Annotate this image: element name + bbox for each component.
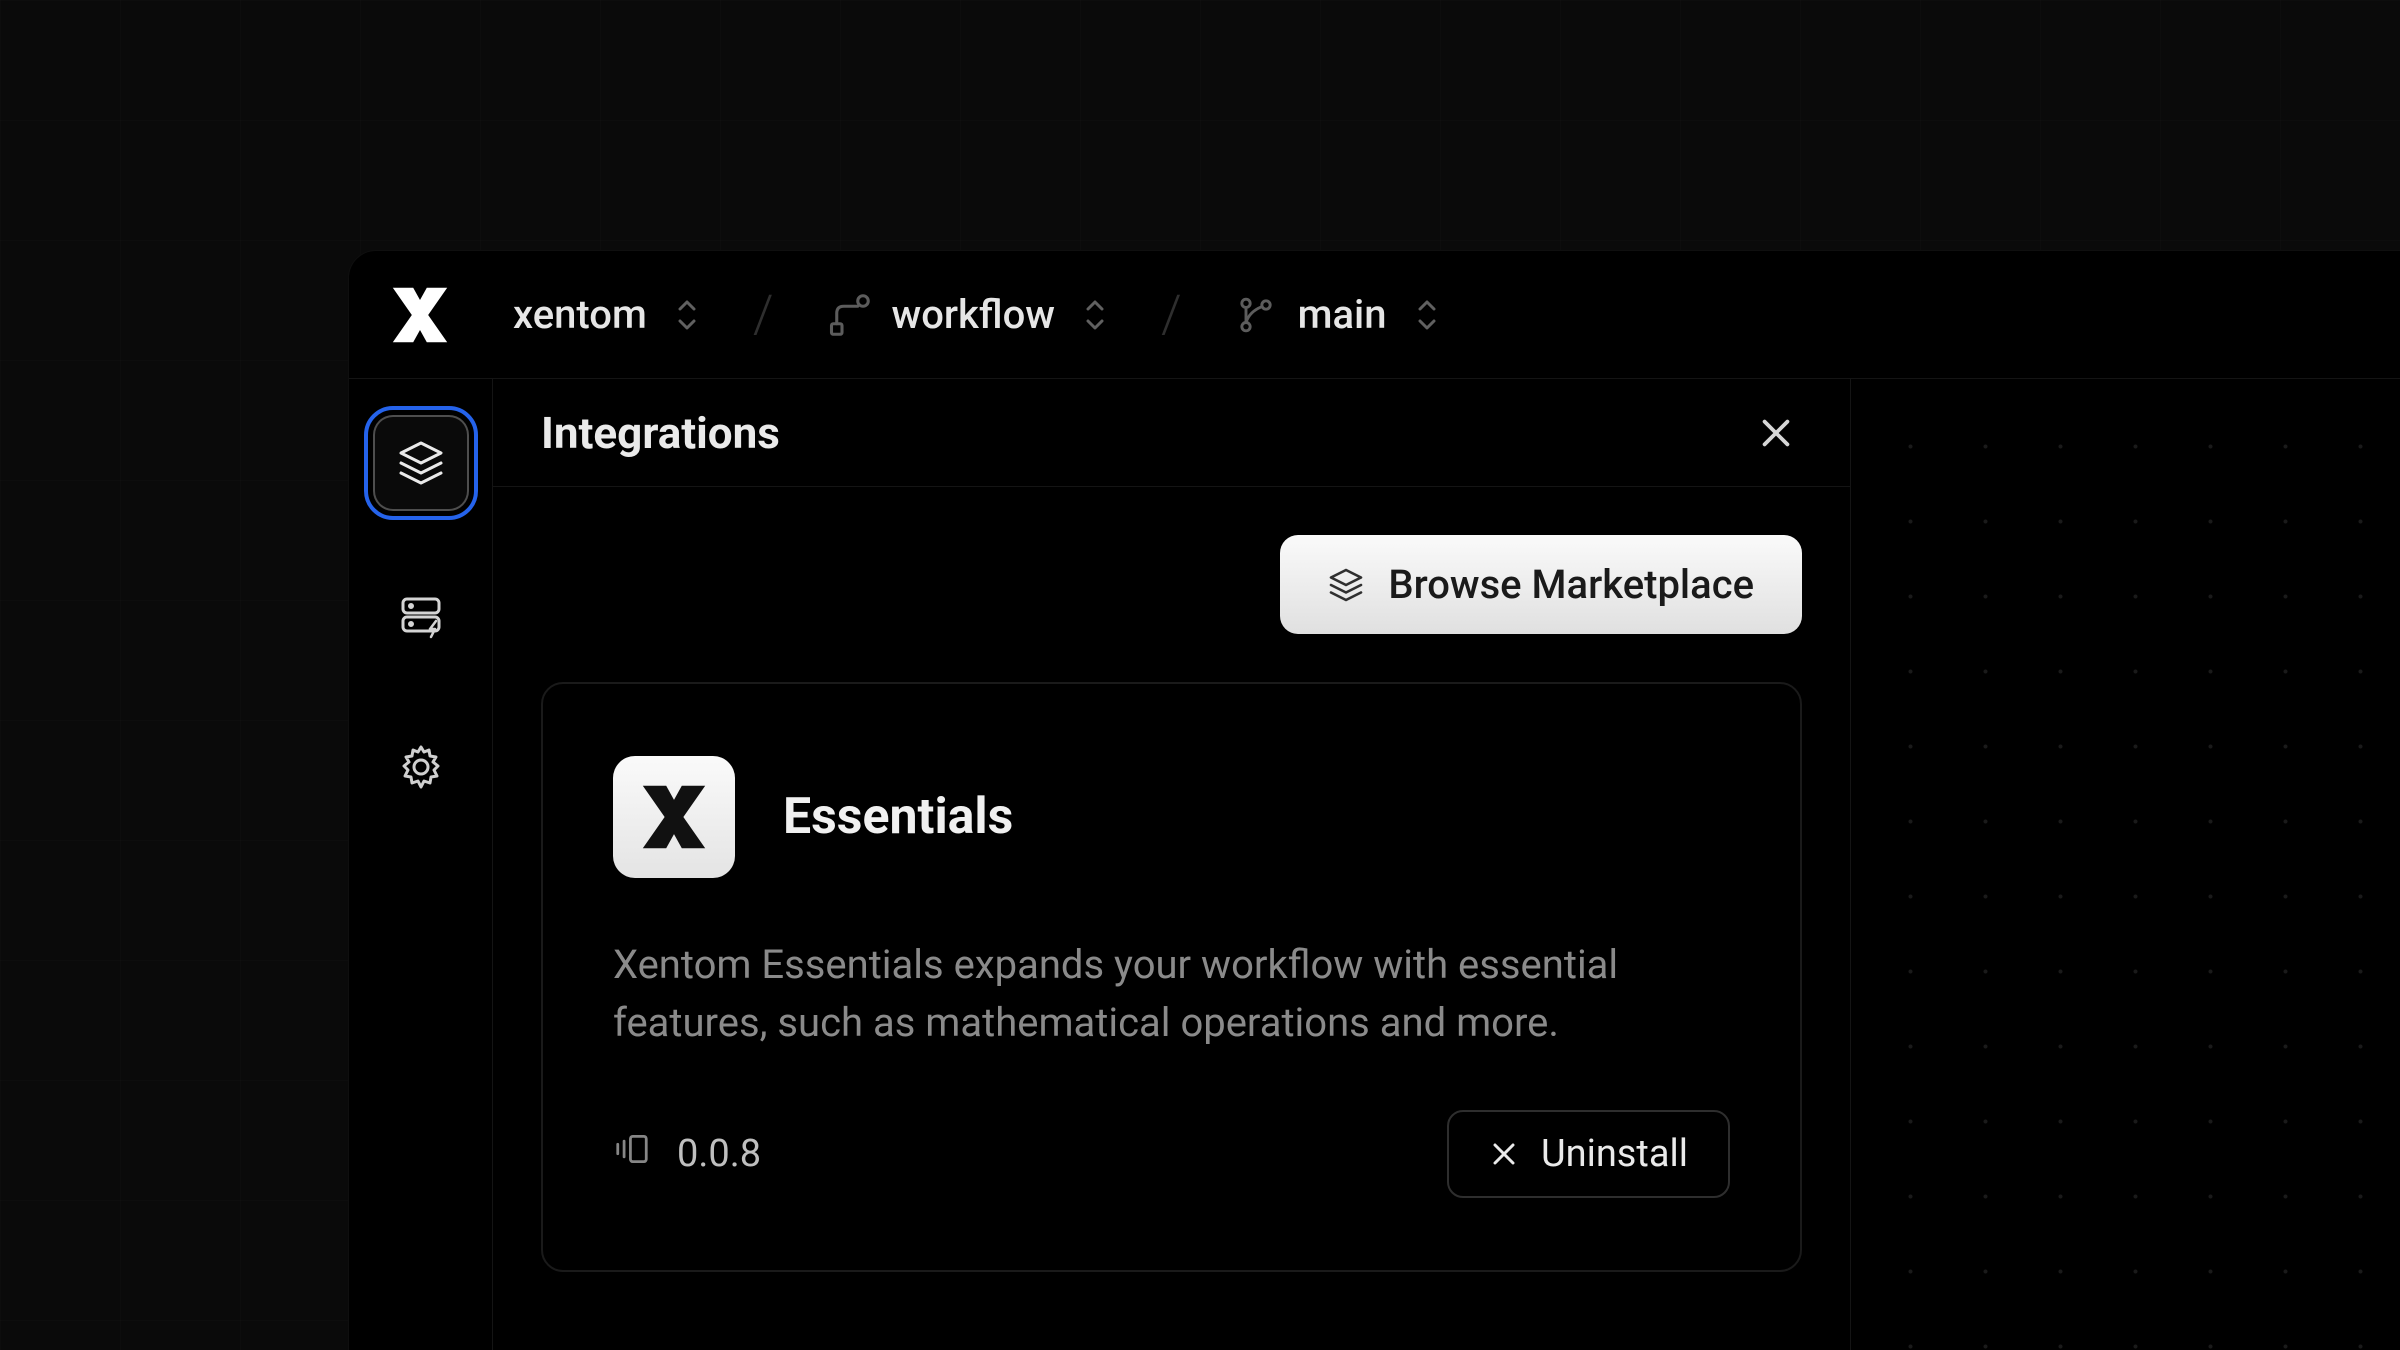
integration-version: 0.0.8 <box>613 1130 761 1178</box>
sidebar-item-storage[interactable] <box>373 567 469 663</box>
integration-version-value: 0.0.8 <box>677 1132 761 1176</box>
integration-name: Essentials <box>783 788 1013 846</box>
breadcrumb-branch[interactable]: main <box>1236 291 1439 338</box>
x-logo-icon <box>635 778 713 856</box>
topbar: xentom / workflow <box>349 251 2400 379</box>
close-icon <box>1489 1139 1519 1169</box>
panel-title: Integrations <box>541 407 780 459</box>
sidebar-item-integrations[interactable] <box>373 415 469 511</box>
app-window: xentom / workflow <box>348 250 2400 1350</box>
integrations-panel: Integrations <box>493 379 1851 1350</box>
chevron-sort-icon <box>1415 297 1439 333</box>
main-area: Integrations <box>349 379 2400 1350</box>
integration-icon <box>613 756 735 878</box>
panel-header: Integrations <box>493 379 1850 487</box>
integration-card: Essentials Xentom Essentials expands you… <box>541 682 1802 1272</box>
workflow-icon <box>828 294 870 336</box>
canvas-area[interactable] <box>1851 379 2400 1350</box>
canvas-dot-grid <box>1851 379 2400 1350</box>
breadcrumb-org[interactable]: xentom <box>513 291 699 338</box>
server-bolt-icon <box>397 591 445 639</box>
card-header: Essentials <box>613 756 1730 878</box>
breadcrumb-project[interactable]: workflow <box>828 291 1107 338</box>
browse-marketplace-button[interactable]: Browse Marketplace <box>1280 535 1802 634</box>
sidebar <box>349 379 493 1350</box>
chevron-sort-icon <box>1083 297 1107 333</box>
breadcrumb-separator: / <box>1135 284 1208 345</box>
content-area: Integrations <box>493 379 2400 1350</box>
card-footer: 0.0.8 Uninstall <box>613 1110 1730 1198</box>
layers-icon <box>1328 567 1364 603</box>
breadcrumb-project-label: workflow <box>892 291 1055 338</box>
breadcrumb-branch-label: main <box>1298 291 1387 338</box>
panel-body: Browse Marketplace Essentials <box>493 487 1850 1320</box>
layers-icon <box>397 439 445 487</box>
gear-icon <box>397 743 445 791</box>
actions-row: Browse Marketplace <box>541 535 1802 634</box>
integration-description: Xentom Essentials expands your workflow … <box>613 936 1730 1052</box>
git-branch-icon <box>1236 295 1276 335</box>
breadcrumb-org-label: xentom <box>513 291 647 338</box>
uninstall-label: Uninstall <box>1541 1132 1688 1176</box>
browse-marketplace-label: Browse Marketplace <box>1388 561 1754 608</box>
app-logo[interactable] <box>385 280 455 350</box>
uninstall-button[interactable]: Uninstall <box>1447 1110 1730 1198</box>
chevron-sort-icon <box>675 297 699 333</box>
x-logo-icon <box>386 281 454 349</box>
close-button[interactable] <box>1750 407 1802 459</box>
sidebar-item-settings[interactable] <box>373 719 469 815</box>
versions-icon <box>613 1130 651 1178</box>
close-icon <box>1757 414 1795 452</box>
breadcrumb-separator: / <box>727 284 800 345</box>
